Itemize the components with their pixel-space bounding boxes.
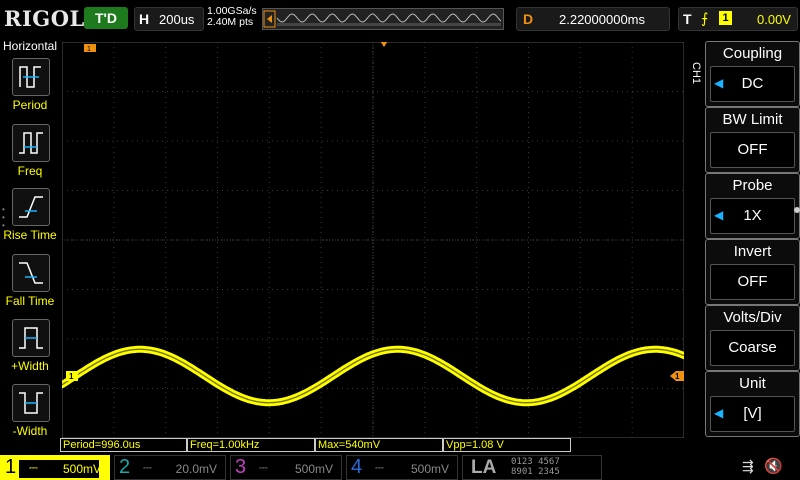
ch3-scale: 500mV — [294, 462, 333, 476]
probe-title: Probe — [732, 177, 773, 194]
positive-width-icon — [12, 319, 50, 357]
unit-title: Unit — [739, 375, 766, 392]
coupling-title: Coupling — [722, 45, 783, 62]
unit-button[interactable]: Unit ◀ [V] — [705, 371, 800, 437]
trigger-label: T — [683, 11, 692, 27]
measurement-period: Period=996.0us — [60, 438, 187, 452]
ch4-status[interactable]: 4 ⎓ 500mV — [346, 455, 458, 480]
invert-value-box: OFF — [710, 264, 795, 300]
ch1-number: 1 — [5, 456, 17, 478]
trigger-readout[interactable]: T ⨍ 1 0.00V — [678, 7, 798, 31]
coupling-button[interactable]: Coupling ◀ DC — [705, 41, 800, 107]
menu-channel-tag: CH1 — [690, 62, 702, 85]
ch2-number: 2 — [119, 456, 131, 478]
dc-coupling-icon: ⎓ — [259, 462, 268, 474]
unit-value-box: ◀ [V] — [710, 396, 795, 432]
horizontal-label: H — [139, 11, 150, 27]
channel-status-bar: 1 ⎓ 500mV 2 ⎓ 20.0mV 3 ⎓ 500mV 4 ⎓ 500mV… — [0, 452, 800, 480]
probe-value: 1X — [743, 207, 762, 224]
measure-freq-label: Freq — [17, 164, 43, 178]
freq-icon — [12, 124, 50, 162]
measure-menu-title: Horizontal — [2, 39, 58, 53]
run-state-badge[interactable]: T'D — [84, 7, 128, 29]
horizontal-timebase[interactable]: H 200us — [134, 7, 204, 31]
svg-text:1: 1 — [69, 372, 74, 381]
volts-div-title: Volts/Div — [723, 309, 782, 326]
rise-time-icon — [12, 188, 50, 226]
la-channels-row2: 8901 2345 — [511, 467, 560, 477]
bw-limit-value: OFF — [737, 141, 768, 158]
timebase-value: 200us — [159, 12, 195, 27]
bw-limit-title: BW Limit — [722, 111, 783, 128]
negative-width-icon — [12, 384, 50, 422]
dc-coupling-icon: ⎓ — [375, 462, 384, 474]
volts-div-button[interactable]: Volts/Div Coarse — [705, 305, 800, 371]
volts-div-value-box: Coarse — [710, 330, 795, 366]
memory-overview-bar — [262, 8, 504, 30]
measure-negative-width-label: -Width — [12, 424, 48, 438]
measure-rise-time-label: Rise Time — [3, 228, 57, 242]
coupling-value: DC — [741, 75, 764, 92]
top-status-bar: RIGOL T'D H 200us 1.00GSa/s 2.40M pts D … — [0, 0, 800, 38]
logic-analyzer-status[interactable]: LA 0123 4567 8901 2345 — [462, 455, 602, 480]
ch1-ground-marker[interactable]: 1 — [66, 371, 78, 381]
trigger-source-badge: 1 — [719, 11, 732, 25]
period-icon — [12, 58, 50, 96]
memory-depth: 2.40M pts — [207, 16, 254, 28]
coupling-value-box: ◀ DC — [710, 66, 795, 102]
ch3-number: 3 — [235, 456, 247, 478]
invert-value: OFF — [737, 273, 768, 290]
ch4-number: 4 — [351, 456, 363, 478]
trigger-position-left-marker: 1 — [84, 44, 96, 53]
delay-label: D — [523, 11, 534, 27]
measure-freq-button[interactable]: Freq — [0, 124, 60, 186]
invert-title: Invert — [733, 243, 772, 260]
la-label: LA — [471, 457, 497, 478]
rising-edge-icon: ⨍ — [701, 10, 709, 26]
acquisition-info: 1.00GSa/s 2.40M pts — [207, 6, 257, 28]
fall-time-icon — [12, 254, 50, 292]
dc-coupling-icon: ⎓ — [29, 462, 38, 474]
memory-overview-waveform — [263, 10, 502, 28]
la-channels-row1: 0123 4567 — [511, 457, 560, 467]
ch4-scale: 500mV — [410, 462, 449, 476]
trigger-level: 0.00V — [757, 12, 791, 27]
dc-coupling-icon: ⎓ — [143, 462, 152, 474]
waveform-display[interactable]: 1 1 1 — [62, 42, 684, 438]
invert-button[interactable]: Invert OFF — [705, 239, 800, 305]
measure-negative-width-button[interactable]: -Width — [0, 384, 60, 446]
svg-text:1: 1 — [87, 46, 91, 53]
ch1-status[interactable]: 1 ⎓ 500mV — [0, 455, 110, 480]
bw-limit-value-box: OFF — [710, 132, 795, 168]
menu-scroll-indicator — [794, 207, 800, 213]
measure-menu: Horizontal Period Freq • • • Rise Time Fal… — [0, 38, 60, 438]
measure-positive-width-button[interactable]: +Width — [0, 319, 60, 381]
ch2-scale: 20.0mV — [175, 462, 217, 476]
measure-fall-time-label: Fall Time — [5, 294, 55, 308]
unit-value: [V] — [743, 405, 762, 422]
measure-fall-time-button[interactable]: Fall Time — [0, 254, 60, 316]
ch3-status[interactable]: 3 ⎓ 500mV — [230, 455, 342, 480]
brand-logo: RIGOL — [4, 6, 85, 31]
probe-value-box: ◀ 1X — [710, 198, 795, 234]
measurement-max: Max=540mV — [315, 438, 443, 452]
delay-value: 2.22000000ms — [559, 12, 646, 27]
ch1-scale: 500mV — [62, 462, 101, 476]
measure-period-label: Period — [12, 98, 48, 112]
measure-rise-time-button[interactable]: Rise Time — [0, 188, 60, 250]
measure-positive-width-label: +Width — [11, 359, 49, 373]
measure-period-button[interactable]: Period — [0, 58, 60, 120]
bw-limit-button[interactable]: BW Limit OFF — [705, 107, 800, 173]
measurement-vpp: Vpp=1.08 V — [443, 438, 571, 452]
speaker-muted-icon[interactable]: 🔇 — [764, 457, 783, 475]
probe-button[interactable]: Probe ◀ 1X — [705, 173, 800, 239]
measurement-freq: Freq=1.00kHz — [187, 438, 315, 452]
svg-text:1: 1 — [675, 372, 680, 381]
usb-icon: ⇶ — [742, 458, 754, 474]
volts-div-value: Coarse — [728, 339, 777, 356]
ch2-status[interactable]: 2 ⎓ 20.0mV — [114, 455, 226, 480]
delay-readout[interactable]: D 2.22000000ms — [516, 7, 670, 31]
